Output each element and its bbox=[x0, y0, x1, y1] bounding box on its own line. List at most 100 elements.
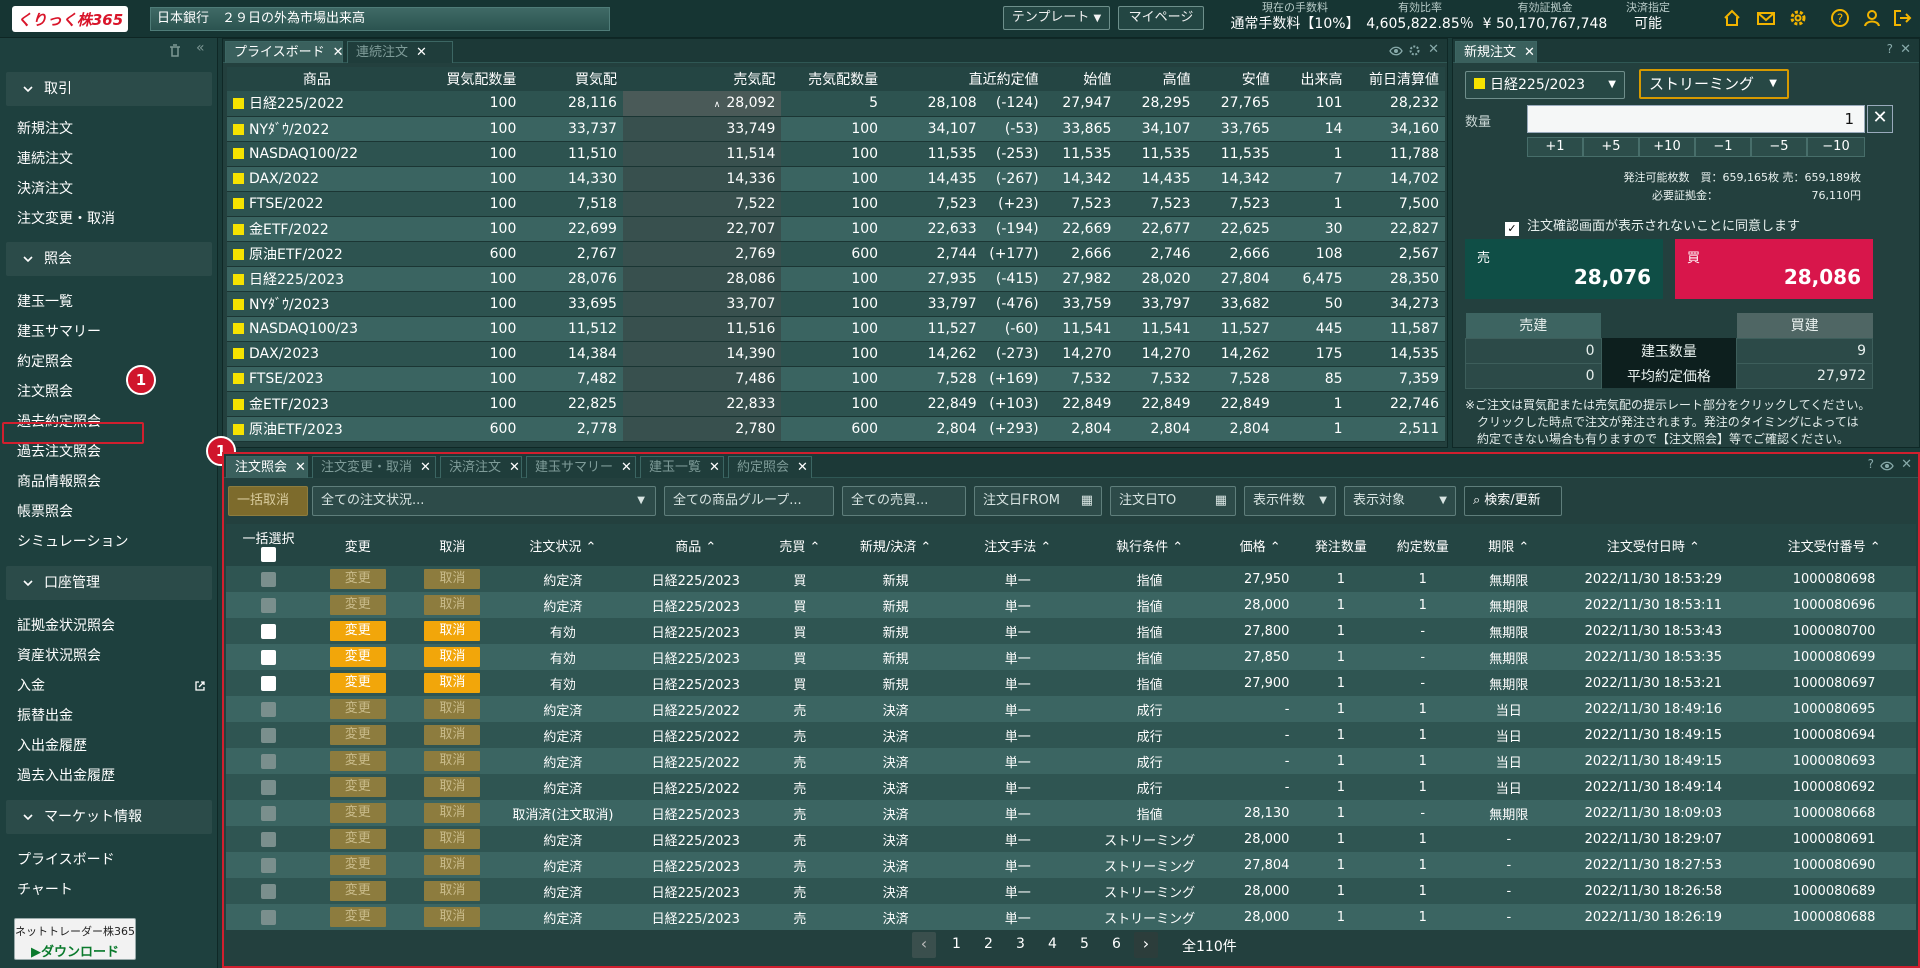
order-no-link[interactable]: 1000080691 bbox=[1752, 826, 1916, 852]
mail-icon[interactable] bbox=[1756, 8, 1776, 28]
page-6[interactable]: 6 bbox=[1112, 936, 1121, 952]
order-row[interactable]: 変更 取消 取消済(注文取消) 日経225/2023 売決済 単一 指値 28,130 1- 無期… bbox=[226, 800, 1916, 826]
close-icon[interactable]: ✕ bbox=[509, 457, 520, 479]
order-no-link[interactable]: 1000080690 bbox=[1752, 852, 1916, 878]
ask-cell[interactable]: 11,516 bbox=[622, 316, 782, 342]
sidebar-item-past-orders[interactable]: 過去注文照会 bbox=[17, 442, 101, 462]
settings-icon[interactable] bbox=[1408, 44, 1421, 57]
priceboard-row[interactable]: 原油ETF/2023 600 2,778 2,780 600 2,804 (+293) 2,8… bbox=[227, 416, 1445, 442]
close-icon[interactable]: ✕ bbox=[420, 457, 431, 479]
order-row[interactable]: 変更 取消 約定済 日経225/2023 売決済 単一 ストリーミング 28,000 1 1-20… bbox=[226, 826, 1916, 852]
order-row[interactable]: 変更 取消 約定済 日経225/2023 買新規 単一 指値 28,000 1 1 無期限 2022/… bbox=[226, 592, 1916, 618]
close-panel-icon[interactable]: ✕ bbox=[1428, 42, 1439, 57]
col-new-settle[interactable]: 新規/決済 ⌃ bbox=[833, 524, 958, 566]
order-no-link[interactable]: 1000080700 bbox=[1752, 618, 1916, 644]
order-row[interactable]: 変更 取消 約定済 日経225/2022 売決済 単一 成行 -1 1 当日 2022/11/30 … bbox=[226, 722, 1916, 748]
col-product[interactable]: 商品 ⌃ bbox=[625, 524, 766, 566]
sidebar-item-order-change[interactable]: 注文変更・取消 bbox=[17, 209, 115, 229]
order-no-link[interactable]: 1000080699 bbox=[1752, 644, 1916, 670]
priceboard-row[interactable]: FTSE/2022 100 7,518 7,522 100 7,523 (+23) 7,523… bbox=[227, 191, 1445, 217]
col-condition[interactable]: 執行条件 ⌃ bbox=[1078, 524, 1221, 566]
sidebar-item-past-deposit-history[interactable]: 過去入出金履歴 bbox=[17, 766, 115, 786]
order-row[interactable]: 変更 取消 約定済 日経225/2022 売決済 単一 成行 -1 1 当日 2022/11/30 … bbox=[226, 748, 1916, 774]
step-minus10[interactable]: −10 bbox=[1807, 137, 1865, 157]
step-minus5[interactable]: −5 bbox=[1751, 137, 1807, 157]
col-expiry[interactable]: 期限 ⌃ bbox=[1463, 524, 1555, 566]
bid-cell[interactable]: 11,510 bbox=[522, 141, 623, 167]
sidebar-item-new-order[interactable]: 新規注文 bbox=[17, 119, 73, 139]
confirm-checkbox-row[interactable]: ✓ 注文確認画面が表示されないことに同意します bbox=[1505, 215, 1800, 236]
priceboard-row[interactable]: NASDAQ100/23 100 11,512 11,516 100 11,527 (-60… bbox=[227, 316, 1445, 342]
ask-cell[interactable]: 14,390 bbox=[622, 341, 782, 367]
trash-icon[interactable] bbox=[168, 44, 182, 58]
sidebar-item-deposit[interactable]: 入金 bbox=[17, 676, 45, 696]
order-no-link[interactable]: 1000080668 bbox=[1752, 800, 1916, 826]
home-icon[interactable] bbox=[1722, 8, 1742, 28]
bid-cell[interactable]: 22,699 bbox=[522, 216, 623, 242]
order-row[interactable]: 変更 取消 約定済 日経225/2023 売決済 単一 ストリーミング 27,804 1 1-20… bbox=[226, 852, 1916, 878]
change-button[interactable]: 変更 bbox=[329, 647, 386, 667]
tab-priceboard[interactable]: プライスボード ✕ bbox=[225, 41, 344, 63]
sidebar-item-product-info[interactable]: 商品情報照会 bbox=[17, 472, 101, 492]
display-target-select[interactable]: 表示対象 ▼ bbox=[1344, 486, 1456, 516]
bid-cell[interactable]: 28,076 bbox=[522, 266, 623, 292]
ask-cell[interactable]: 14,336 bbox=[622, 166, 782, 192]
close-icon[interactable]: ✕ bbox=[1524, 42, 1535, 64]
help-icon[interactable]: ? bbox=[1868, 457, 1874, 471]
close-icon[interactable]: ✕ bbox=[621, 457, 632, 479]
col-status[interactable]: 注文状況 ⌃ bbox=[500, 524, 626, 566]
bid-cell[interactable]: 33,695 bbox=[522, 291, 623, 317]
priceboard-row[interactable]: 原油ETF/2022 600 2,767 2,769 600 2,744 (+177) 2,6… bbox=[227, 241, 1445, 267]
help-icon[interactable]: ? bbox=[1887, 42, 1893, 56]
page-4[interactable]: 4 bbox=[1048, 936, 1057, 952]
sidebar-item-chart[interactable]: チャート bbox=[17, 880, 73, 900]
tab-order-inquiry[interactable]: 注文照会 ✕ bbox=[226, 456, 308, 478]
sidebar-item-deposit-history[interactable]: 入出金履歴 bbox=[17, 736, 87, 756]
cancel-button[interactable]: 取消 bbox=[424, 647, 481, 667]
ask-cell[interactable]: 7,522 bbox=[622, 191, 782, 217]
order-no-link[interactable]: 1000080689 bbox=[1752, 878, 1916, 904]
bid-cell[interactable]: 2,767 bbox=[522, 241, 623, 267]
col-method[interactable]: 注文手法 ⌃ bbox=[957, 524, 1079, 566]
group-filter-select[interactable]: 全ての商品グループ... bbox=[664, 486, 834, 516]
ask-cell[interactable]: 33,749 bbox=[622, 116, 782, 142]
checkbox-checked-icon[interactable]: ✓ bbox=[1505, 222, 1519, 236]
sidebar-item-reports[interactable]: 帳票照会 bbox=[17, 502, 73, 522]
order-row[interactable]: 変更 取消 約定済 日経225/2023 売決済 単一 ストリーミング 28,000 1 1-20… bbox=[226, 878, 1916, 904]
calendar-icon[interactable]: ▦ bbox=[1215, 487, 1227, 515]
clear-qty-icon[interactable]: ✕ bbox=[1867, 105, 1893, 133]
bid-cell[interactable]: 14,384 bbox=[522, 341, 623, 367]
bulk-select-checkbox[interactable] bbox=[261, 547, 277, 562]
row-checkbox[interactable] bbox=[261, 649, 277, 665]
order-row[interactable]: 変更 取消 有効 日経225/2023 買新規 単一 指値 27,900 1- 無期限 2022/1… bbox=[226, 670, 1916, 696]
priceboard-row[interactable]: FTSE/2023 100 7,482 7,486 100 7,528 (+169) 7,53… bbox=[227, 366, 1445, 392]
qty-input[interactable]: 1 bbox=[1527, 105, 1865, 133]
row-checkbox[interactable] bbox=[261, 675, 277, 691]
ask-cell[interactable]: 22,707 bbox=[622, 216, 782, 242]
eye-icon[interactable] bbox=[1880, 460, 1894, 472]
bid-cell[interactable]: 7,518 bbox=[522, 191, 623, 217]
tab-executions[interactable]: 約定照会 ✕ bbox=[728, 456, 812, 478]
eye-icon[interactable] bbox=[1389, 45, 1403, 57]
sidebar-item-priceboard[interactable]: プライスボード bbox=[17, 850, 115, 870]
order-mode-select[interactable]: ストリーミング ▼ bbox=[1639, 69, 1789, 99]
bid-cell[interactable]: 2,778 bbox=[522, 416, 623, 442]
download-banner[interactable]: ネットトレーダー株365 ▶ダウンロード bbox=[14, 918, 136, 960]
order-no-link[interactable]: 1000080698 bbox=[1752, 566, 1916, 592]
bid-cell[interactable]: 22,825 bbox=[522, 391, 623, 417]
section-shoukai[interactable]: 照会 bbox=[6, 242, 212, 276]
row-checkbox[interactable] bbox=[261, 623, 277, 639]
ask-cell[interactable]: 7,486 bbox=[622, 366, 782, 392]
sidebar-item-asset-status[interactable]: 資産状況照会 bbox=[17, 646, 101, 666]
gear-icon[interactable] bbox=[1788, 8, 1808, 28]
step-plus5[interactable]: +5 bbox=[1583, 137, 1639, 157]
step-plus1[interactable]: +1 bbox=[1527, 137, 1583, 157]
cancel-button[interactable]: 取消 bbox=[424, 673, 481, 693]
collapse-sidebar-icon[interactable]: « bbox=[196, 40, 205, 56]
order-row[interactable]: 変更 取消 有効 日経225/2023 買新規 単一 指値 27,850 1- 無期限 2022/1… bbox=[226, 644, 1916, 670]
sidebar-item-margin-status[interactable]: 証拠金状況照会 bbox=[17, 616, 115, 636]
side-filter-select[interactable]: 全ての売買... bbox=[842, 486, 966, 516]
order-row[interactable]: 変更 取消 約定済 日経225/2022 売決済 単一 成行 -1 1 当日 2022/11/30 … bbox=[226, 696, 1916, 722]
order-no-link[interactable]: 1000080693 bbox=[1752, 748, 1916, 774]
bid-cell[interactable]: 11,512 bbox=[522, 316, 623, 342]
